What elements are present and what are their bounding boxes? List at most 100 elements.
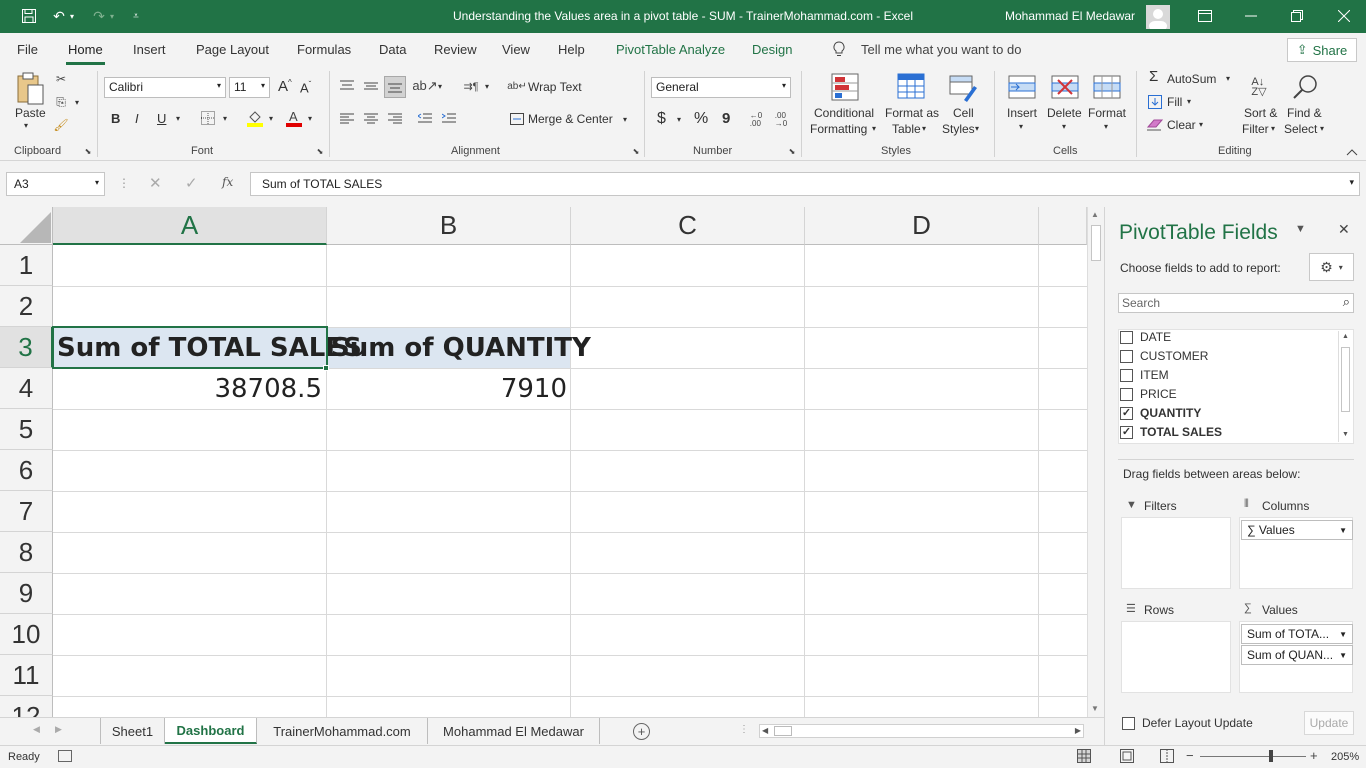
field-total-sales[interactable]: ✓ TOTAL SALES — [1120, 425, 1222, 439]
format-as-table-label[interactable]: Format as — [885, 106, 939, 120]
column-header-a[interactable]: A — [53, 207, 327, 245]
decrease-decimal-icon[interactable]: .00 →0 — [771, 110, 791, 130]
text-direction-dropdown-icon[interactable]: ▾ — [485, 82, 489, 91]
insert-cells-dropdown-icon[interactable]: ▾ — [1019, 122, 1023, 131]
customize-qat-icon[interactable]: ⩡ — [125, 6, 147, 26]
prev-sheet-icon[interactable]: ◀ — [33, 724, 40, 735]
increase-font-icon[interactable]: A^ — [278, 78, 292, 95]
cell-styles-sub[interactable]: Styles — [942, 122, 975, 136]
font-launcher-icon[interactable]: ⬊ — [315, 146, 325, 156]
autosum-icon[interactable]: Σ — [1149, 68, 1158, 85]
checkbox[interactable] — [1120, 387, 1133, 401]
checkbox[interactable] — [1122, 716, 1135, 730]
field-price[interactable]: PRICE — [1120, 387, 1177, 401]
field-customer[interactable]: CUSTOMER — [1120, 349, 1208, 363]
underline-button[interactable]: U — [157, 111, 166, 126]
select-all-corner[interactable] — [0, 207, 53, 245]
align-right-icon[interactable] — [386, 110, 404, 128]
underline-dropdown-icon[interactable]: ▾ — [176, 114, 180, 123]
update-button[interactable]: Update — [1304, 711, 1354, 735]
sort-filter-label[interactable]: Sort & — [1244, 106, 1277, 120]
cell-styles-icon[interactable] — [947, 71, 979, 103]
fill-dropdown-icon[interactable]: ▾ — [1187, 97, 1191, 106]
ribbon-display-options-icon[interactable] — [1194, 6, 1216, 26]
sheet-tab-mohammad-el-medawar[interactable]: Mohammad El Medawar — [428, 718, 600, 744]
paste-icon[interactable] — [14, 71, 46, 107]
alignment-launcher-icon[interactable]: ⬊ — [631, 146, 641, 156]
clear-dropdown-icon[interactable]: ▾ — [1199, 120, 1203, 129]
checkbox-checked-icon[interactable]: ✓ — [1120, 425, 1133, 439]
checkbox[interactable] — [1120, 349, 1133, 363]
delete-cells-icon[interactable] — [1049, 73, 1081, 101]
tab-help[interactable]: Help — [558, 42, 585, 57]
tools-button[interactable]: ⚙ ▾ — [1309, 253, 1354, 281]
copy-icon[interactable]: ⎘ — [53, 94, 69, 110]
chevron-down-icon[interactable]: ▼ — [1339, 630, 1347, 639]
find-select-icon[interactable] — [1290, 71, 1322, 103]
sort-filter-icon[interactable]: A↓ Z▽ — [1243, 73, 1275, 101]
clear-button[interactable]: Clear — [1167, 118, 1196, 132]
vertical-scrollbar[interactable]: ▲ ▼ — [1087, 207, 1104, 717]
font-color-icon[interactable]: A — [285, 109, 303, 127]
values-item-pill[interactable]: Sum of TOTA... ▼ — [1241, 624, 1353, 644]
insert-function-icon[interactable]: fx — [222, 175, 233, 189]
tab-view[interactable]: View — [502, 42, 530, 57]
merge-center-button[interactable]: Merge & Center — [528, 112, 613, 126]
font-size-select[interactable]: 11 ▾ — [229, 77, 270, 98]
fill-button[interactable]: Fill — [1167, 95, 1182, 109]
align-left-icon[interactable] — [338, 110, 356, 128]
collapse-ribbon-icon[interactable] — [1345, 146, 1359, 158]
scroll-up-icon[interactable]: ▲ — [1342, 333, 1349, 340]
font-color-dropdown-icon[interactable]: ▾ — [308, 114, 312, 123]
increase-indent-icon[interactable] — [440, 110, 458, 128]
tell-me-input[interactable]: Tell me what you want to do — [861, 42, 1021, 57]
field-quantity[interactable]: ✓ QUANTITY — [1120, 406, 1201, 420]
orientation-icon[interactable]: ab↗ — [412, 77, 437, 95]
cancel-entry-icon[interactable]: ✕ — [149, 174, 162, 192]
formula-input[interactable]: Sum of TOTAL SALES ▾ — [250, 172, 1360, 196]
user-name[interactable]: Mohammad El Medawar — [1005, 9, 1135, 23]
restore-icon[interactable] — [1286, 6, 1308, 26]
zoom-slider[interactable] — [1200, 756, 1306, 757]
find-select-dropdown-icon[interactable]: ▾ — [1320, 124, 1324, 133]
save-icon[interactable] — [18, 6, 40, 26]
avatar[interactable] — [1146, 5, 1170, 29]
undo-dropdown-icon[interactable]: ▾ — [66, 6, 78, 26]
checkbox[interactable] — [1120, 330, 1133, 344]
row-header-9[interactable]: 9 — [0, 573, 53, 614]
cell-styles-label[interactable]: Cell — [953, 106, 974, 120]
row-header-7[interactable]: 7 — [0, 491, 53, 532]
row-header-11[interactable]: 11 — [0, 655, 53, 696]
fill-color-dropdown-icon[interactable]: ▾ — [269, 114, 273, 123]
orientation-dropdown-icon[interactable]: ▾ — [438, 82, 442, 91]
conditional-formatting-icon[interactable] — [829, 71, 861, 103]
fill-icon[interactable] — [1147, 94, 1163, 110]
conditional-formatting-sub[interactable]: Formatting — [810, 122, 867, 136]
field-item[interactable]: ITEM — [1120, 368, 1169, 382]
scroll-down-icon[interactable]: ▼ — [1091, 704, 1099, 713]
tab-home[interactable]: Home — [66, 42, 105, 65]
scroll-up-icon[interactable]: ▲ — [1091, 210, 1099, 219]
borders-icon[interactable] — [200, 110, 216, 126]
increase-decimal-icon[interactable]: ←0.00 — [746, 110, 766, 130]
checkbox-checked-icon[interactable]: ✓ — [1120, 406, 1133, 420]
row-header-10[interactable]: 10 — [0, 614, 53, 655]
cell-b4[interactable]: 7910 — [327, 369, 567, 409]
merge-dropdown-icon[interactable]: ▾ — [623, 115, 627, 124]
page-break-view-icon[interactable] — [1160, 749, 1174, 763]
fill-color-icon[interactable] — [246, 109, 264, 127]
zoom-slider-thumb[interactable] — [1269, 750, 1273, 762]
column-header-b[interactable]: B — [327, 207, 571, 245]
cut-icon[interactable]: ✂ — [53, 71, 69, 87]
insert-cells-button[interactable]: Insert — [1007, 106, 1037, 120]
scroll-down-icon[interactable]: ▼ — [1342, 431, 1349, 438]
field-list-scroll-thumb[interactable] — [1341, 347, 1350, 412]
text-direction-icon[interactable]: ⇉¶ — [462, 77, 480, 95]
find-select-label[interactable]: Find & — [1287, 106, 1322, 120]
sheet-tab-sheet1[interactable]: Sheet1 — [100, 718, 165, 744]
next-sheet-icon[interactable]: ▶ — [55, 724, 62, 735]
italic-button[interactable]: I — [135, 111, 139, 126]
normal-view-icon[interactable] — [1077, 749, 1091, 763]
sheet-bar-splitter-icon[interactable]: ⋮ — [739, 724, 749, 735]
number-format-select[interactable]: General ▾ — [651, 77, 791, 98]
